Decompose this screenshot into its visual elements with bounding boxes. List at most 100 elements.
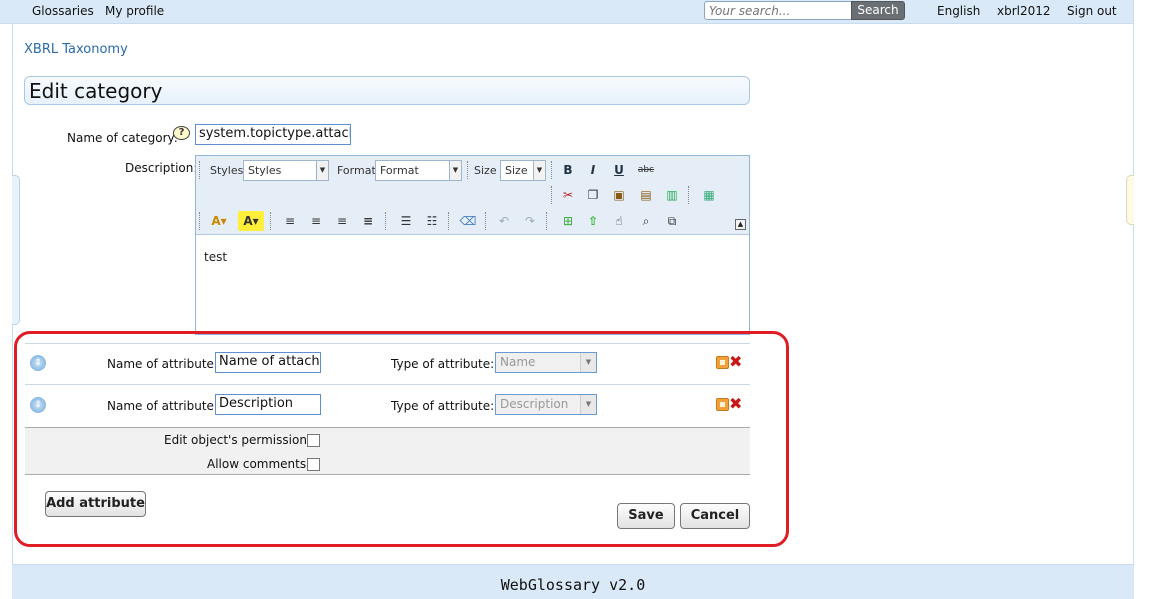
toolbar-separator xyxy=(551,161,554,179)
permissions-label: Edit object's permissions: xyxy=(164,433,318,447)
allow-comments-checkbox[interactable] xyxy=(307,458,320,471)
format-label: Format xyxy=(337,164,376,177)
redo-icon[interactable]: ↷ xyxy=(520,211,540,231)
sign-out-link[interactable]: Sign out xyxy=(1067,4,1117,18)
align-justify-icon[interactable]: ≡ xyxy=(358,211,378,231)
attribute-type-value: Name xyxy=(500,355,536,369)
new-page-icon[interactable]: ⊞ xyxy=(558,211,578,231)
toolbar-separator xyxy=(467,161,470,179)
hand-icon[interactable]: ☝ xyxy=(609,211,629,231)
size-dropdown[interactable]: Size ▼ xyxy=(500,160,546,181)
attribute-type-value: Description xyxy=(500,397,569,411)
page-title: Edit category xyxy=(29,79,163,103)
eraser-icon[interactable]: ⌫ xyxy=(458,211,478,231)
nav-my-profile[interactable]: My profile xyxy=(105,4,164,18)
italic-icon[interactable]: I xyxy=(583,160,603,180)
size-value: Size xyxy=(505,164,528,177)
styles-value: Styles xyxy=(248,164,282,177)
text-color-icon[interactable]: A▾ xyxy=(206,211,232,231)
search-input[interactable] xyxy=(704,1,852,20)
toolbar-separator xyxy=(448,212,451,230)
size-label: Size xyxy=(474,164,497,177)
paste-icon[interactable]: ▣ xyxy=(609,185,629,205)
chevron-down-icon: ▼ xyxy=(580,395,596,414)
permissions-checkbox[interactable] xyxy=(307,434,320,447)
top-navigation-bar: Glossaries My profile Search English xbr… xyxy=(0,0,1134,24)
save-button[interactable]: Save xyxy=(617,503,675,529)
divider xyxy=(25,343,750,344)
options-panel: Edit object's permissions: Allow comment… xyxy=(25,427,750,475)
chevron-down-icon: ▼ xyxy=(316,161,328,180)
search-button[interactable]: Search xyxy=(851,1,905,20)
paste-text-icon[interactable]: ▤ xyxy=(636,185,656,205)
align-left-icon[interactable]: ≡ xyxy=(280,211,300,231)
page-title-box: Edit category xyxy=(24,76,750,105)
undo-icon[interactable]: ↶ xyxy=(494,211,514,231)
add-attribute-button[interactable]: Add attribute xyxy=(45,491,146,517)
chevron-down-icon: ▼ xyxy=(580,353,596,372)
collapse-toolbar-icon[interactable]: ▲ xyxy=(735,219,746,230)
cancel-button[interactable]: Cancel xyxy=(680,503,750,529)
paste-word-icon[interactable]: ▥ xyxy=(662,185,682,205)
right-panel-tab[interactable] xyxy=(1126,175,1134,225)
divider xyxy=(25,384,750,385)
breadcrumb-glossary[interactable]: XBRL Taxonomy xyxy=(24,42,128,57)
styles-dropdown[interactable]: Styles ▼ xyxy=(243,160,329,181)
copy-icon[interactable]: ❐ xyxy=(583,185,603,205)
cut-icon[interactable]: ✂ xyxy=(558,185,578,205)
toolbar-separator xyxy=(385,212,388,230)
lock-icon[interactable] xyxy=(716,398,729,411)
footer: WebGlossary v2.0 xyxy=(12,564,1134,599)
align-right-icon[interactable]: ≡ xyxy=(332,211,352,231)
background-color-icon[interactable]: A▾ xyxy=(238,211,264,231)
underline-icon[interactable]: U xyxy=(609,160,629,180)
attribute-type-label: Type of attribute: xyxy=(391,399,495,413)
toolbar-separator xyxy=(199,212,202,230)
toolbar-separator xyxy=(546,212,549,230)
attribute-name-input[interactable]: Name of attachm xyxy=(215,352,321,373)
upload-icon[interactable]: ⇧ xyxy=(583,211,603,231)
attribute-type-label: Type of attribute: xyxy=(391,357,495,371)
toolbar-separator xyxy=(270,212,273,230)
allow-comments-label: Allow comments: xyxy=(207,457,311,471)
image-icon[interactable]: ▦ xyxy=(699,185,719,205)
toolbar-separator xyxy=(485,212,488,230)
toolbar-separator xyxy=(199,161,202,179)
toolbar-separator xyxy=(551,186,554,204)
bulleted-list-icon[interactable]: ☷ xyxy=(422,211,442,231)
editor-content[interactable]: test xyxy=(204,250,227,264)
strikethrough-icon[interactable]: abc xyxy=(636,160,656,180)
user-link[interactable]: xbrl2012 xyxy=(997,4,1051,18)
description-label: Description: xyxy=(125,161,198,175)
attribute-name-label: Name of attribute: xyxy=(107,399,218,413)
delete-icon[interactable]: ✖ xyxy=(729,396,742,412)
language-selector[interactable]: English xyxy=(937,4,980,18)
chevron-down-icon: ▼ xyxy=(449,161,461,180)
numbered-list-icon[interactable]: ☰ xyxy=(396,211,416,231)
chevron-down-icon: ▼ xyxy=(533,161,545,180)
delete-icon[interactable]: ✖ xyxy=(729,354,742,370)
drag-handle-icon[interactable]: ⇕ xyxy=(30,397,46,413)
find-replace-icon[interactable]: ⌕ xyxy=(636,211,656,231)
source-icon[interactable]: ⧉ xyxy=(662,211,682,231)
drag-handle-icon[interactable]: ⇕ xyxy=(30,355,46,371)
lock-icon[interactable] xyxy=(716,356,729,369)
attribute-type-select[interactable]: Description ▼ xyxy=(495,394,597,415)
attribute-name-input[interactable]: Description xyxy=(215,394,321,415)
footer-version: WebGlossary v2.0 xyxy=(500,576,646,594)
align-center-icon[interactable]: ≡ xyxy=(306,211,326,231)
bold-icon[interactable]: B xyxy=(558,160,578,180)
format-dropdown[interactable]: Format ▼ xyxy=(375,160,462,181)
category-name-label: Name of category: xyxy=(67,131,178,145)
help-icon[interactable]: ? xyxy=(173,126,190,140)
attribute-name-label: Name of attribute: xyxy=(107,357,218,371)
attribute-type-select[interactable]: Name ▼ xyxy=(495,352,597,373)
format-value: Format xyxy=(380,164,419,177)
toolbar-separator xyxy=(688,186,691,204)
frame-border-right xyxy=(1133,0,1134,564)
page: Glossaries My profile Search English xbr… xyxy=(0,0,1150,599)
nav-glossaries[interactable]: Glossaries xyxy=(32,4,94,18)
rich-text-editor: Styles Styles ▼ Format Format ▼ Size Siz… xyxy=(195,155,750,335)
category-name-input[interactable]: system.topictype.attachm xyxy=(195,124,351,145)
left-panel-tab[interactable] xyxy=(12,175,20,325)
